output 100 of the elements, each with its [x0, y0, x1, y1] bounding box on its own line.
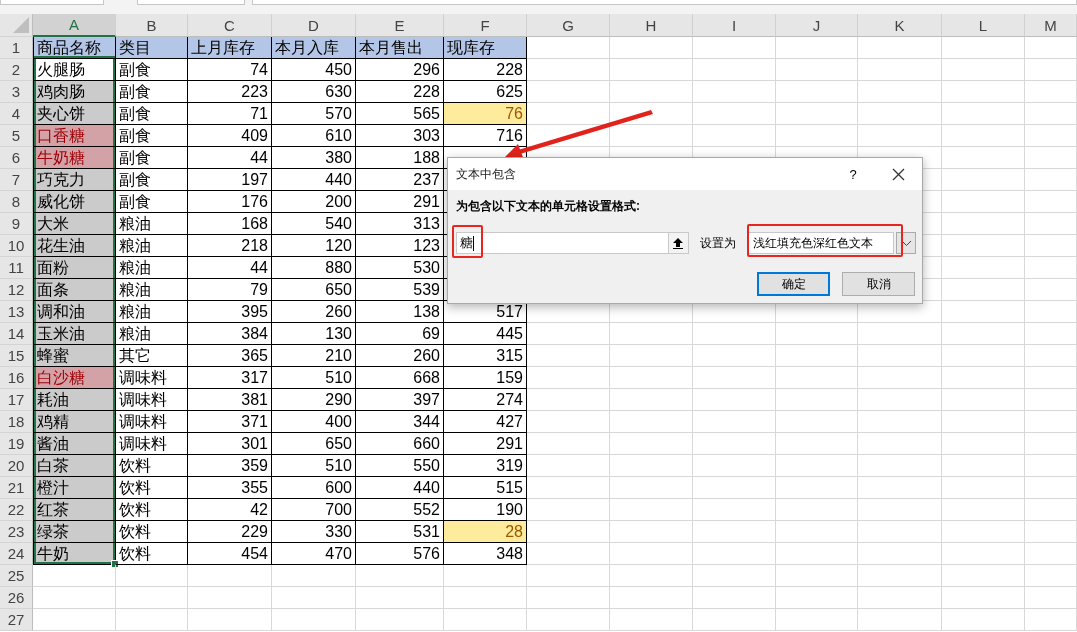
- row-header[interactable]: 9: [0, 213, 33, 235]
- table-cell: 229: [188, 521, 272, 543]
- row-header[interactable]: 7: [0, 169, 33, 191]
- close-icon[interactable]: [892, 167, 905, 181]
- table-cell: 副食: [116, 147, 188, 169]
- row-header[interactable]: 21: [0, 477, 33, 499]
- row-header[interactable]: 10: [0, 235, 33, 257]
- fill-handle[interactable]: [111, 560, 119, 568]
- table-cell: 515: [444, 477, 527, 499]
- format-dropdown[interactable]: 浅红填充色深红色文本: [747, 232, 895, 254]
- table-cell: 223: [188, 81, 272, 103]
- table-cell: 28: [444, 521, 527, 543]
- column-header[interactable]: L: [942, 14, 1025, 37]
- table-cell: 44: [188, 257, 272, 279]
- row-header[interactable]: 13: [0, 301, 33, 323]
- table-cell: 200: [272, 191, 356, 213]
- header-cell: 上月库存: [188, 37, 272, 59]
- column-header[interactable]: B: [116, 14, 188, 37]
- table-cell: [1025, 323, 1077, 345]
- table-cell: 蜂蜜: [33, 345, 116, 367]
- table-cell: 176: [188, 191, 272, 213]
- table-cell: 510: [272, 367, 356, 389]
- table-cell: 454: [188, 543, 272, 565]
- row-header[interactable]: 11: [0, 257, 33, 279]
- row-header[interactable]: 4: [0, 103, 33, 125]
- table-cell: [1025, 59, 1077, 81]
- row-header[interactable]: 19: [0, 433, 33, 455]
- column-header[interactable]: C: [188, 14, 272, 37]
- table-cell: 鸡精: [33, 411, 116, 433]
- column-header[interactable]: F: [444, 14, 527, 37]
- row-header[interactable]: 12: [0, 279, 33, 301]
- table-cell: [1025, 477, 1077, 499]
- row-header[interactable]: 14: [0, 323, 33, 345]
- dialog-button[interactable]: 取消: [842, 272, 915, 296]
- row-header[interactable]: 22: [0, 499, 33, 521]
- table-cell: [1025, 279, 1077, 301]
- table-cell: [1025, 191, 1077, 213]
- table-cell: [116, 609, 188, 631]
- table-cell: 445: [444, 323, 527, 345]
- table-cell: 218: [188, 235, 272, 257]
- table-cell: 大米: [33, 213, 116, 235]
- table-cell: 700: [272, 499, 356, 521]
- column-header[interactable]: M: [1025, 14, 1077, 37]
- table-cell: 301: [188, 433, 272, 455]
- table-cell: 668: [356, 367, 444, 389]
- table-cell: [1025, 433, 1077, 455]
- column-header[interactable]: G: [527, 14, 610, 37]
- range-button[interactable]: [668, 232, 690, 254]
- table-cell: 调味料: [116, 367, 188, 389]
- row-header[interactable]: 8: [0, 191, 33, 213]
- highlight-box: [452, 225, 483, 258]
- table-cell: 365: [188, 345, 272, 367]
- row-header[interactable]: 5: [0, 125, 33, 147]
- row-header[interactable]: 2: [0, 59, 33, 81]
- table-cell: 440: [356, 477, 444, 499]
- help-button[interactable]: ?: [846, 166, 860, 182]
- table-cell: 228: [444, 59, 527, 81]
- row-header[interactable]: 25: [0, 565, 33, 587]
- column-header[interactable]: H: [610, 14, 693, 37]
- table-cell: 384: [188, 323, 272, 345]
- table-cell: 饮料: [116, 477, 188, 499]
- row-header[interactable]: 3: [0, 81, 33, 103]
- column-header[interactable]: J: [776, 14, 858, 37]
- table-cell: 粮油: [116, 323, 188, 345]
- table-cell: 42: [188, 499, 272, 521]
- column-header[interactable]: D: [272, 14, 356, 37]
- table-cell: 调和油: [33, 301, 116, 323]
- table-cell: [1025, 103, 1077, 125]
- table-cell: 395: [188, 301, 272, 323]
- table-cell: 鸡肉肠: [33, 81, 116, 103]
- row-header[interactable]: 27: [0, 609, 33, 631]
- row-header[interactable]: 24: [0, 543, 33, 565]
- table-cell: 74: [188, 59, 272, 81]
- table-cell: 400: [272, 411, 356, 433]
- table-cell: 粮油: [116, 279, 188, 301]
- column-header[interactable]: E: [356, 14, 444, 37]
- table-cell: 粮油: [116, 257, 188, 279]
- dialog-button[interactable]: 确定: [757, 272, 830, 296]
- input-field[interactable]: 糖: [456, 232, 669, 254]
- table-cell: 79: [188, 279, 272, 301]
- row-header[interactable]: 16: [0, 367, 33, 389]
- table-cell: 副食: [116, 169, 188, 191]
- row-header[interactable]: 18: [0, 411, 33, 433]
- table-cell: 371: [188, 411, 272, 433]
- column-header[interactable]: I: [693, 14, 776, 37]
- column-header[interactable]: A: [33, 14, 116, 37]
- table-cell: [1025, 81, 1077, 103]
- table-cell: 228: [356, 81, 444, 103]
- row-header[interactable]: 1: [0, 37, 33, 59]
- dropdown-button[interactable]: [896, 232, 916, 254]
- row-header[interactable]: 17: [0, 389, 33, 411]
- row-header[interactable]: 15: [0, 345, 33, 367]
- dialog-title: 文本中包含: [456, 165, 516, 183]
- row-header[interactable]: 26: [0, 587, 33, 609]
- row-header[interactable]: 6: [0, 147, 33, 169]
- column-header[interactable]: K: [858, 14, 942, 37]
- table-cell: 303: [356, 125, 444, 147]
- table-cell: 71: [188, 103, 272, 125]
- row-header[interactable]: 20: [0, 455, 33, 477]
- row-header[interactable]: 23: [0, 521, 33, 543]
